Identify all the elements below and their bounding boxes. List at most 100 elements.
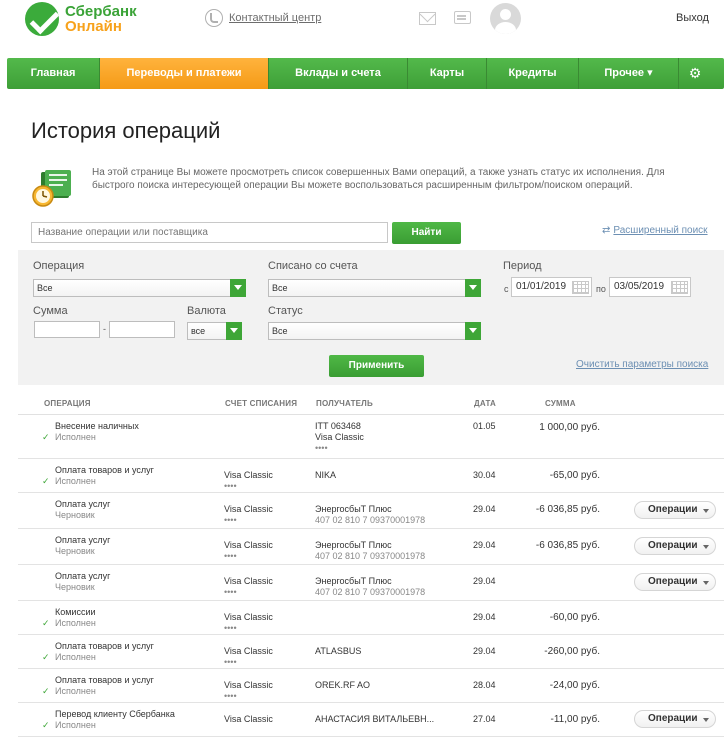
operations-dropdown-button[interactable]: Операции [634, 573, 716, 591]
account-name: Visa Classic [224, 576, 273, 586]
phone-icon [205, 9, 223, 27]
contact-center[interactable]: Контактный центр [205, 9, 321, 27]
period-to-input[interactable]: 03/05/2019 [609, 277, 691, 297]
operation-status: Исполнен [55, 618, 96, 628]
operation-name[interactable]: Комиссии [55, 607, 96, 618]
operation-name[interactable]: Оплата услуг [55, 499, 110, 510]
contact-center-link[interactable]: Контактный центр [229, 12, 321, 24]
account-number: •••• [224, 551, 237, 561]
nav-item-home[interactable]: Главная [7, 58, 100, 89]
sum-label: Сумма [33, 305, 68, 317]
recipient-details: 407 02 810 7 09370001978 [315, 551, 426, 561]
operations-dropdown-button[interactable]: Операции [634, 501, 716, 519]
currency-label: Валюта [187, 305, 226, 317]
table-row[interactable]: Оплата товаров и услуг ✓ Исполнен Visa Clas… [18, 459, 724, 493]
operations-button-label: Операции [648, 713, 698, 724]
operation-name[interactable]: Оплата товаров и услуг [55, 675, 154, 686]
account-number: •••• [224, 587, 237, 597]
recipient-name: ATLASBUS [315, 646, 362, 656]
chevron-down-icon [465, 279, 481, 297]
apply-button[interactable]: Применить [329, 355, 424, 377]
avatar[interactable] [490, 3, 521, 34]
operation-amount: -6 036,85 руб. [535, 540, 600, 551]
operation-amount: 1 000,00 руб. [539, 422, 600, 433]
operation-status: Исполнен [55, 432, 96, 442]
intro-description: На этой странице Вы можете просмотреть с… [92, 167, 665, 191]
account-select-value: Все [272, 283, 288, 293]
col-operation: ОПЕРАЦИЯ [44, 399, 91, 408]
status-select-value: Все [272, 326, 288, 336]
table-row[interactable]: Внесение наличных ✓ Исполнен ITT 063468 Visa… [18, 415, 724, 459]
currency-select[interactable]: все [187, 322, 242, 340]
sum-from-input[interactable] [34, 321, 100, 338]
table-header: ОПЕРАЦИЯ СЧЕТ СПИСАНИЯ ПОЛУЧАТЕЛЬ ДАТА С… [18, 395, 724, 415]
sum-dash: - [103, 324, 106, 334]
chat-icon[interactable] [454, 11, 471, 24]
table-row[interactable]: Оплата услуг Черновик Visa Classic •••• Энер… [18, 493, 724, 529]
table-row[interactable]: Перевод клиенту Сбербанка ✓ Исполнен Visa C… [18, 703, 724, 737]
operation-status: Черновик [55, 582, 95, 592]
operation-amount: -11,00 руб. [550, 714, 600, 725]
chevron-down-icon [703, 718, 709, 722]
operations-dropdown-button[interactable]: Операции [634, 710, 716, 728]
chevron-down-icon [226, 322, 242, 340]
nav-item-deposits[interactable]: Вклады и счета [269, 58, 408, 89]
account-label: Списано со счета [268, 260, 358, 272]
calendar-icon[interactable] [671, 281, 688, 294]
table-row[interactable]: Оплата товаров и услуг ✓ Исполнен Visa Clas… [18, 669, 724, 703]
nav-item-other[interactable]: Прочее ▾ [579, 58, 679, 89]
logout-link[interactable]: Выход [676, 12, 709, 24]
table-row[interactable]: Оплата услуг Черновик Visa Classic •••• Энер… [18, 565, 724, 601]
col-amount: СУММА [545, 399, 576, 408]
period-to-label: по [596, 284, 606, 294]
operation-select[interactable]: Все [33, 279, 246, 297]
settings-gear-icon[interactable]: ⚙ [679, 58, 711, 89]
mail-icon[interactable] [419, 12, 436, 25]
recipient-details: 407 02 810 7 09370001978 [315, 587, 426, 597]
search-button[interactable]: Найти [392, 222, 461, 244]
operation-name[interactable]: Оплата услуг [55, 535, 110, 546]
nav-item-cards[interactable]: Карты [408, 58, 487, 89]
operation-name[interactable]: Оплата товаров и услуг [55, 465, 154, 476]
account-name: Visa Classic [224, 714, 273, 724]
logo-subtitle: Онлайн [65, 18, 122, 35]
operation-status: Черновик [55, 546, 95, 556]
check-icon: ✓ [42, 618, 50, 628]
operation-amount: -65,00 руб. [549, 470, 600, 481]
account-name: Visa Classic [224, 646, 273, 656]
advanced-search-link[interactable]: ⇄ Расширенный поиск [602, 225, 708, 236]
search-input[interactable] [31, 222, 388, 243]
col-date: ДАТА [474, 399, 497, 408]
account-select[interactable]: Все [268, 279, 481, 297]
recipient-name: ЭнергосбыТ Плюс [315, 540, 392, 550]
operation-name[interactable]: Внесение наличных [55, 421, 139, 432]
table-row[interactable]: Оплата товаров и услуг ✓ Исполнен Visa Clas… [18, 635, 724, 669]
recipient-name: ЭнергосбыТ Плюс [315, 576, 392, 586]
sum-to-input[interactable] [109, 321, 175, 338]
operation-name[interactable]: Оплата услуг [55, 571, 110, 582]
period-from-value: 01/01/2019 [516, 281, 567, 292]
sberbank-logo-icon [25, 2, 59, 36]
table-row[interactable]: Комиссии ✓ Исполнен Visa Classic •••• 29.04 -6… [18, 601, 724, 635]
operation-status: Исполнен [55, 720, 96, 730]
account-name: Visa Classic [224, 680, 273, 690]
status-select[interactable]: Все [268, 322, 481, 340]
operation-amount: -260,00 руб. [544, 646, 600, 657]
operation-name[interactable]: Перевод клиенту Сбербанка [55, 709, 175, 720]
nav-item-credits[interactable]: Кредиты [487, 58, 579, 89]
account-name: Visa Classic [224, 504, 273, 514]
period-from-input[interactable]: 01/01/2019 [511, 277, 592, 297]
col-recipient: ПОЛУЧАТЕЛЬ [316, 399, 373, 408]
sberbank-logo[interactable]: Сбербанк Онлайн [25, 2, 137, 36]
operations-button-label: Операции [648, 540, 698, 551]
account-name: Visa Classic [224, 540, 273, 550]
operations-dropdown-button[interactable]: Операции [634, 537, 716, 555]
chevron-down-icon [703, 581, 709, 585]
status-label: Статус [268, 305, 303, 317]
nav-item-transfers[interactable]: Переводы и платежи [100, 58, 269, 89]
table-row[interactable]: Оплата услуг Черновик Visa Classic •••• Энер… [18, 529, 724, 565]
operation-label: Операция [33, 260, 85, 272]
operation-name[interactable]: Оплата товаров и услуг [55, 641, 154, 652]
reset-filters-link[interactable]: Очистить параметры поиска [576, 359, 708, 370]
calendar-icon[interactable] [572, 281, 589, 294]
